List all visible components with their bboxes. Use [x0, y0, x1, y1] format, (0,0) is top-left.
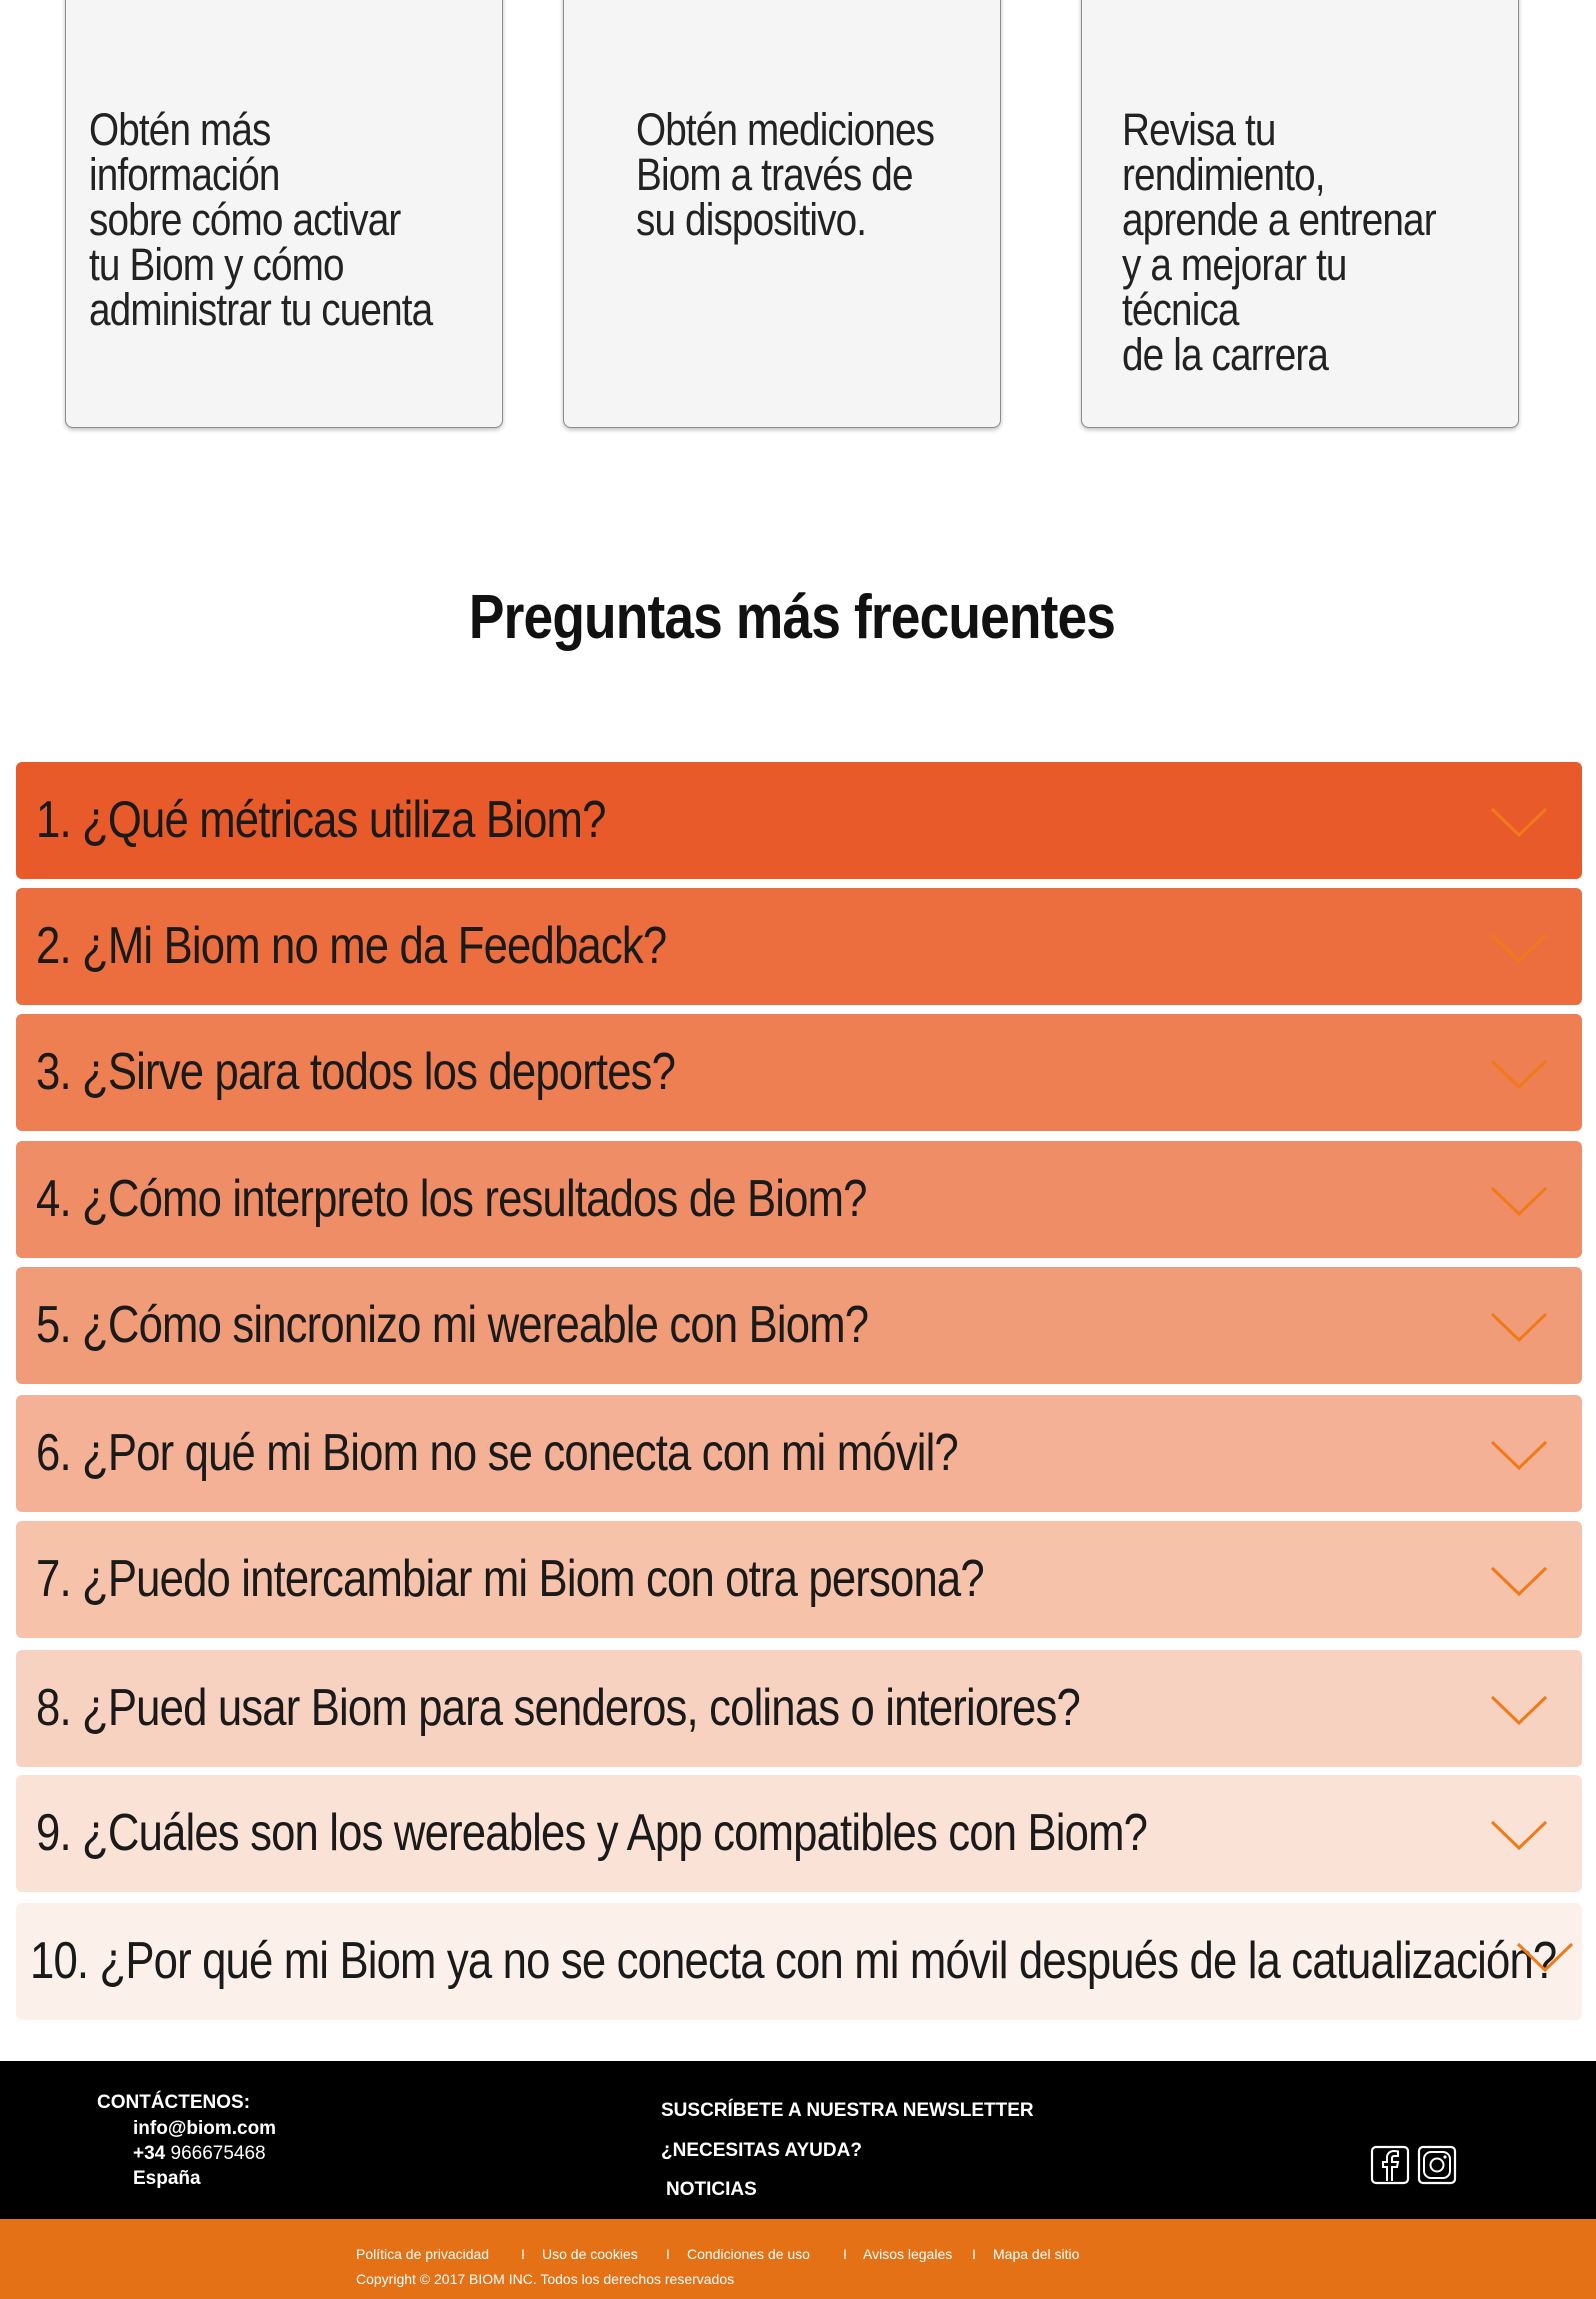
- faq-question: 3. ¿Sirve para todos los deportes?: [36, 1043, 676, 1101]
- phone-prefix: +34: [133, 2143, 166, 2164]
- legal-link[interactable]: Avisos legales: [863, 2246, 952, 2262]
- cookies-link[interactable]: Uso de cookies: [542, 2246, 638, 2262]
- faq-question: 4. ¿Cómo interpreto los resultados de Bi…: [36, 1170, 867, 1228]
- card-performance[interactable]: p Revisa tu rendimiento, aprende a entre…: [1081, 0, 1519, 428]
- chevron-down-icon[interactable]: [1490, 1819, 1548, 1851]
- faq-item[interactable]: 7. ¿Puedo intercambiar mi Biom con otra …: [16, 1521, 1582, 1638]
- help-link[interactable]: ¿NECESITAS AYUDA?: [661, 2140, 862, 2162]
- separator: I: [843, 2246, 847, 2262]
- chevron-down-icon[interactable]: [1490, 806, 1548, 838]
- sitemap-link[interactable]: Mapa del sitio: [993, 2246, 1079, 2262]
- footer: CONTÁCTENOS: info@biom.com +34 966675468…: [0, 2061, 1596, 2219]
- instagram-icon[interactable]: [1417, 2145, 1457, 2185]
- faq-item[interactable]: 9. ¿Cuáles son los wereables y App compa…: [16, 1775, 1582, 1892]
- separator: I: [521, 2246, 525, 2262]
- faq-question: 8. ¿Pued usar Biom para senderos, colina…: [36, 1679, 1081, 1737]
- faq-question: 9. ¿Cuáles son los wereables y App compa…: [36, 1804, 1148, 1862]
- faq-question: 2. ¿Mi Biom no me da Feedback?: [36, 917, 667, 975]
- news-link[interactable]: NOTICIAS: [666, 2179, 757, 2201]
- chevron-down-icon[interactable]: [1490, 932, 1548, 964]
- terms-link[interactable]: Condiciones de uso: [687, 2246, 810, 2262]
- faq-item[interactable]: 6. ¿Por qué mi Biom no se conecta con mi…: [16, 1395, 1582, 1512]
- faq-item[interactable]: 4. ¿Cómo interpreto los resultados de Bi…: [16, 1141, 1582, 1258]
- card-account[interactable]: g Obtén más información sobre cómo activ…: [65, 0, 503, 428]
- faq-question: 6. ¿Por qué mi Biom no se conecta con mi…: [36, 1424, 959, 1482]
- faq-item[interactable]: 8. ¿Pued usar Biom para senderos, colina…: [16, 1650, 1582, 1767]
- chevron-down-icon[interactable]: [1490, 1185, 1548, 1217]
- chevron-down-icon[interactable]: [1490, 1311, 1548, 1343]
- separator: I: [666, 2246, 670, 2262]
- faq-question: 10. ¿Por qué mi Biom ya no se conecta co…: [30, 1932, 1557, 1990]
- separator: I: [972, 2246, 976, 2262]
- faq-question: 5. ¿Cómo sincronizo mi wereable con Biom…: [36, 1296, 869, 1354]
- contact-phone: +34 966675468: [133, 2143, 266, 2165]
- contact-country: España: [133, 2168, 201, 2189]
- faq-question: 7. ¿Puedo intercambiar mi Biom con otra …: [36, 1550, 985, 1608]
- faq-item[interactable]: 5. ¿Cómo sincronizo mi wereable con Biom…: [16, 1267, 1582, 1384]
- facebook-icon[interactable]: [1370, 2145, 1410, 2185]
- privacy-link[interactable]: Política de privacidad: [356, 2246, 489, 2262]
- faq-item[interactable]: 1. ¿Qué métricas utiliza Biom?: [16, 762, 1582, 879]
- chevron-down-icon[interactable]: [1490, 1694, 1548, 1726]
- newsletter-link[interactable]: SUSCRÍBETE A NUESTRA NEWSLETTER: [661, 2100, 1034, 2122]
- faq-heading: Preguntas más frecuentes: [468, 583, 1116, 652]
- chevron-down-icon[interactable]: [1516, 1941, 1574, 1973]
- card-description: Revisa tu rendimiento, aprende a entrena…: [1122, 104, 1437, 380]
- faq-question: 1. ¿Qué métricas utiliza Biom?: [36, 791, 606, 849]
- footer-legal: Política de privacidad I Uso de cookies …: [0, 2219, 1596, 2299]
- chevron-down-icon[interactable]: [1490, 1058, 1548, 1090]
- card-description: Obtén más información sobre cómo activar…: [89, 104, 433, 335]
- card-measurements[interactable]: j Obtén mediciones Biom a través de su d…: [563, 0, 1001, 428]
- contact-title: CONTÁCTENOS:: [97, 2092, 251, 2113]
- faq-item[interactable]: 2. ¿Mi Biom no me da Feedback?: [16, 888, 1582, 1005]
- chevron-down-icon[interactable]: [1490, 1565, 1548, 1597]
- copyright: Copyright © 2017 BIOM INC. Todos los der…: [356, 2271, 735, 2287]
- phone-number[interactable]: 966675468: [171, 2143, 266, 2164]
- contact-email[interactable]: info@biom.com: [133, 2118, 276, 2140]
- card-description: Obtén mediciones Biom a través de su dis…: [636, 104, 935, 245]
- chevron-down-icon[interactable]: [1490, 1439, 1548, 1471]
- faq-item[interactable]: 3. ¿Sirve para todos los deportes?: [16, 1014, 1582, 1131]
- faq-item[interactable]: 10. ¿Por qué mi Biom ya no se conecta co…: [16, 1903, 1582, 2020]
